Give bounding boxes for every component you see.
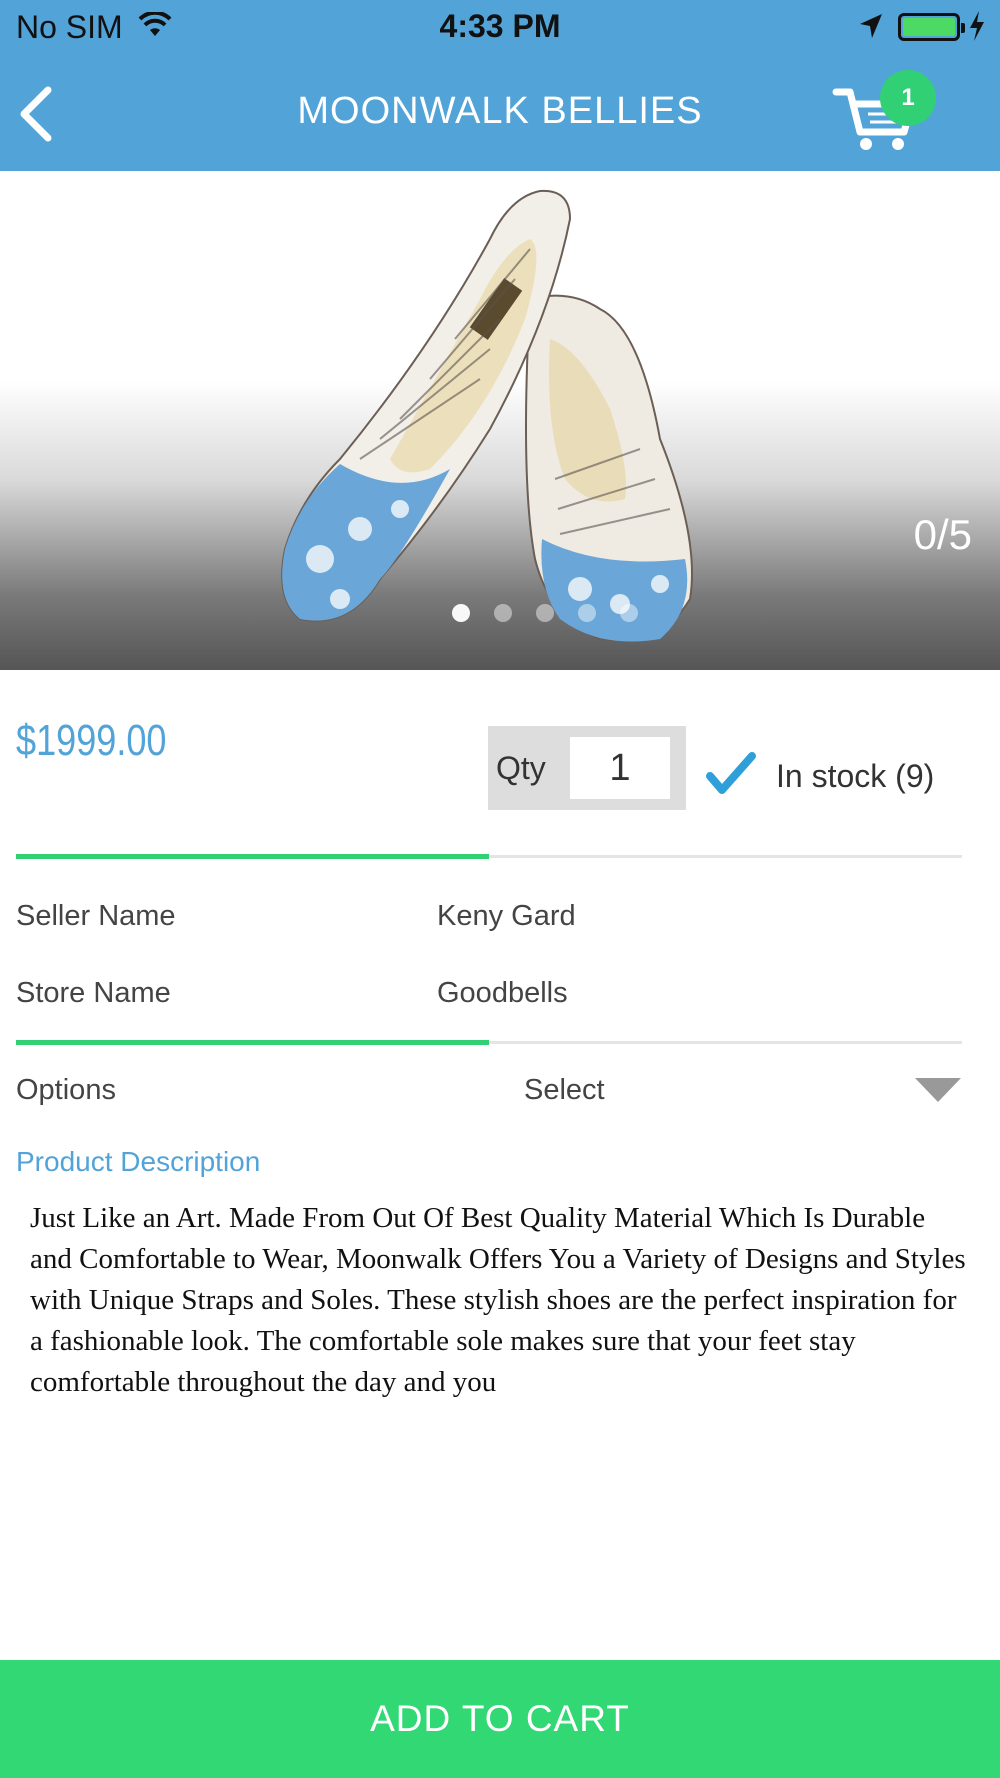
product-price: $1999.00 (16, 716, 167, 765)
page-dot-2[interactable] (494, 604, 512, 622)
page-indicator[interactable] (452, 604, 638, 622)
seller-name-value: Keny Gard (437, 900, 576, 932)
product-image (281, 189, 693, 642)
page-dot-3[interactable] (536, 604, 554, 622)
description-heading: Product Description (16, 1146, 261, 1177)
page-dot-4[interactable] (578, 604, 596, 622)
options-label: Options (16, 1074, 116, 1106)
seller-name-label: Seller Name (16, 900, 176, 932)
top-bar: No SIM 4:33 PM MOONWALK BELLIES 1 (0, 0, 1000, 171)
quantity-input[interactable] (570, 737, 670, 799)
add-to-cart-button[interactable]: ADD TO CART (0, 1660, 1000, 1778)
checkmark-icon (706, 752, 756, 794)
options-select[interactable]: Select (524, 1074, 605, 1107)
cart-count-badge: 1 (880, 70, 936, 126)
status-bar: No SIM 4:33 PM (0, 0, 1000, 56)
divider (16, 854, 962, 859)
location-arrow-icon (860, 14, 882, 38)
page-dot-5[interactable] (620, 604, 638, 622)
stock-status: In stock (9) (776, 758, 935, 794)
store-name-label: Store Name (16, 977, 171, 1009)
clock: 4:33 PM (439, 8, 561, 44)
product-image-gallery[interactable]: 0/5 (0, 171, 1000, 670)
charging-bolt-icon (970, 11, 984, 41)
chevron-down-icon[interactable] (915, 1078, 961, 1102)
page-dot-1[interactable] (452, 604, 470, 622)
qty-label: Qty (496, 750, 546, 786)
store-name-value: Goodbells (437, 977, 568, 1009)
battery-icon (898, 13, 965, 41)
divider (16, 1040, 962, 1045)
quantity-control: Qty (488, 726, 686, 810)
image-counter: 0/5 (913, 511, 972, 558)
description-text: Just Like an Art. Made From Out Of Best … (30, 1202, 966, 1398)
